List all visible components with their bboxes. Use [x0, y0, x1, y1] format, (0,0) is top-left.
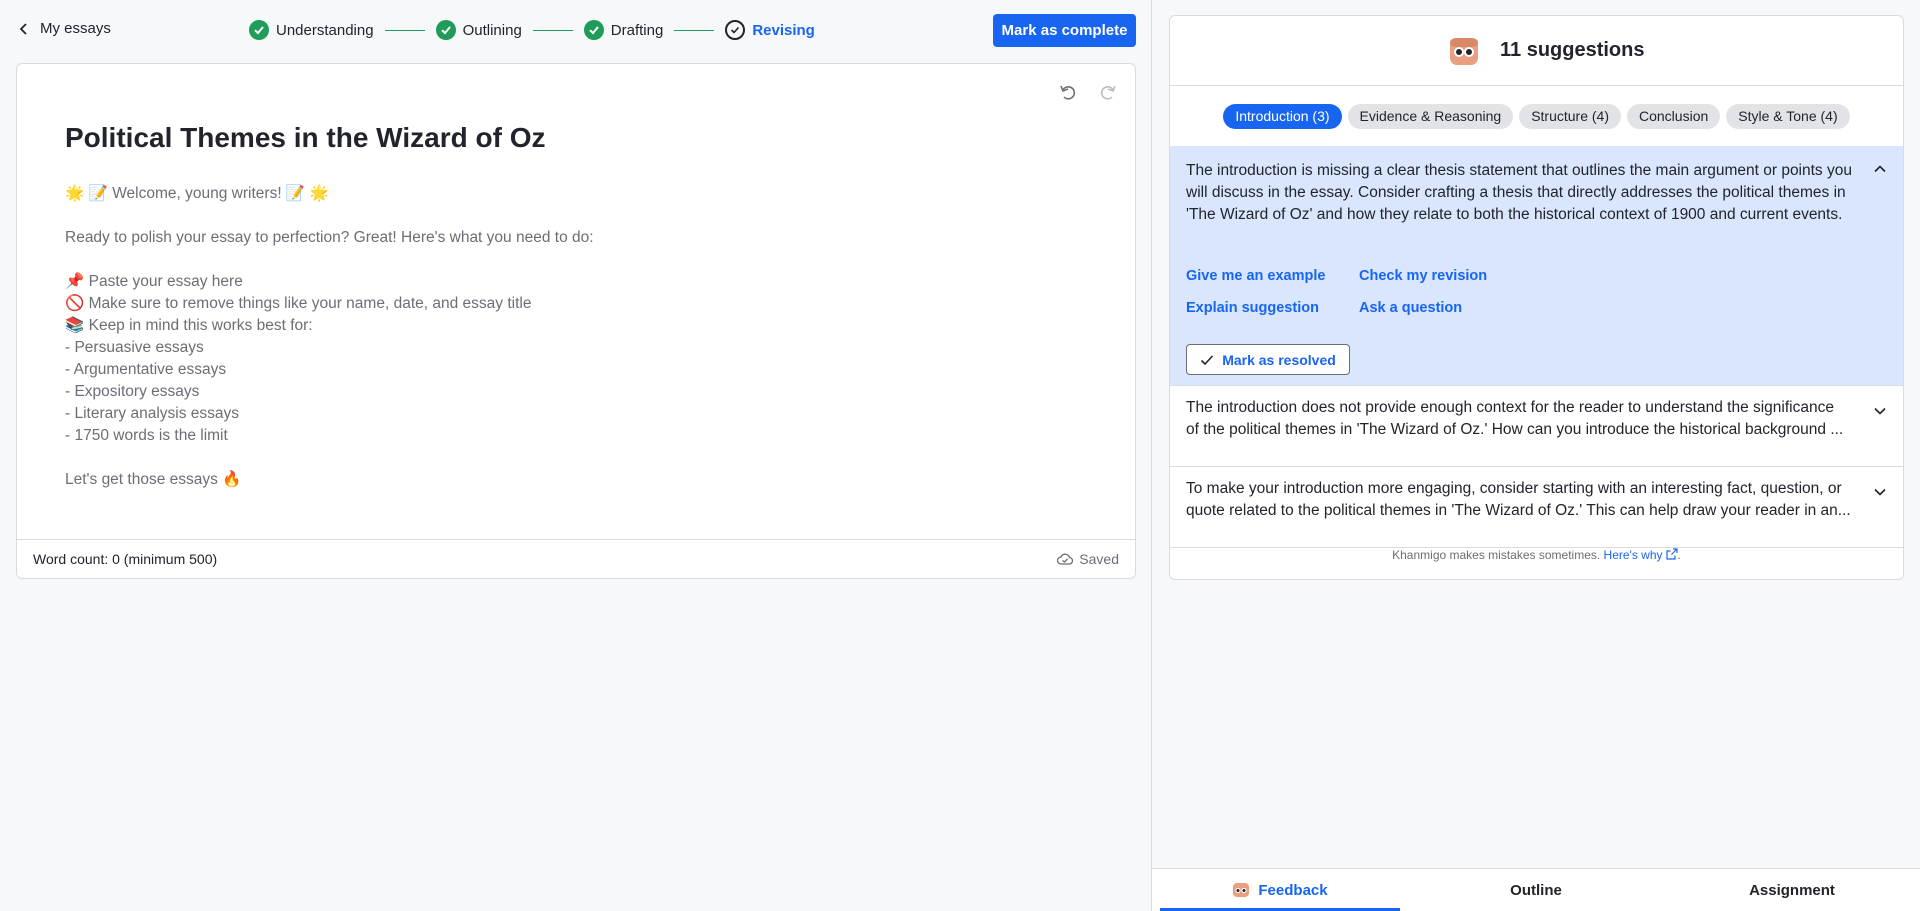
suggestion-card-expanded[interactable]: The introduction is missing a clear thes…	[1170, 146, 1903, 386]
check-circle-icon	[583, 20, 604, 40]
suggestion-line: of the political themes in 'The Wizard o…	[1186, 421, 1844, 438]
essay-body[interactable]: 🌟 📝 Welcome, young writers! 📝 🌟 Ready to…	[65, 183, 965, 491]
body-line: - Argumentative essays	[65, 361, 227, 378]
undo-icon[interactable]	[1058, 82, 1078, 102]
chevron-down-icon[interactable]	[1873, 485, 1887, 499]
step-label: Understanding	[276, 21, 374, 39]
suggestion-text: To make your introduction more engaging,…	[1186, 478, 1866, 522]
tab-label: Feedback	[1258, 881, 1328, 899]
mark-resolved-button[interactable]: Mark as resolved	[1186, 344, 1350, 375]
suggestion-card[interactable]: To make your introduction more engaging,…	[1170, 467, 1903, 548]
tab-assignment[interactable]: Assignment	[1664, 869, 1920, 911]
suggestion-line: To make your introduction more engaging,…	[1186, 480, 1842, 497]
redo-icon[interactable]	[1098, 82, 1118, 102]
body-line: 📌 Paste your essay here	[65, 273, 243, 290]
suggestion-line: quote related to the political themes in…	[1186, 502, 1851, 519]
essay-title[interactable]: Political Themes in the Wizard of Oz	[65, 122, 545, 154]
tab-label: Assignment	[1749, 881, 1835, 899]
body-line: - 1750 words is the limit	[65, 427, 228, 444]
step-label: Revising	[752, 21, 815, 39]
feedback-pane: 11 suggestions Introduction (3) Evidence…	[1152, 0, 1920, 911]
mark-complete-button[interactable]: Mark as complete	[993, 14, 1136, 47]
suggestions-count-title: 11 suggestions	[1500, 39, 1645, 61]
saved-label: Saved	[1079, 551, 1119, 567]
suggestion-card[interactable]: The introduction does not provide enough…	[1170, 386, 1903, 467]
give-example-link[interactable]: Give me an example	[1186, 268, 1325, 284]
chevron-left-icon	[19, 22, 27, 35]
cloud-check-icon	[1057, 553, 1074, 565]
progress-stepper: Understanding Outlining Drafting Revisin…	[249, 20, 815, 40]
top-bar: My essays Understanding Outlining Drafti…	[0, 0, 1151, 60]
check-revision-link[interactable]: Check my revision	[1359, 268, 1487, 284]
suggestion-text: The introduction does not provide enough…	[1186, 397, 1866, 441]
step-connector	[384, 29, 425, 31]
check-outline-icon	[725, 20, 746, 40]
body-line: - Literary analysis essays	[65, 405, 240, 422]
body-line: Let's get those essays 🔥	[65, 471, 242, 488]
heres-why-link[interactable]: Here's why	[1604, 548, 1678, 562]
check-circle-icon	[249, 20, 269, 40]
step-connector	[532, 29, 573, 31]
resolve-label: Mark as resolved	[1222, 351, 1336, 368]
chip-style-tone[interactable]: Style & Tone (4)	[1726, 103, 1850, 129]
check-circle-icon	[435, 20, 456, 40]
tab-feedback[interactable]: Feedback	[1152, 869, 1408, 911]
step-understanding[interactable]: Understanding	[249, 20, 374, 40]
suggestion-text: The introduction is missing a clear thes…	[1186, 162, 1852, 223]
body-line: Ready to polish your essay to perfection…	[65, 229, 594, 246]
explain-suggestion-link[interactable]: Explain suggestion	[1186, 300, 1319, 316]
body-line: 🚫 Make sure to remove things like your n…	[65, 295, 532, 312]
step-drafting[interactable]: Drafting	[583, 20, 664, 40]
body-line: 🌟 📝 Welcome, young writers! 📝 🌟	[65, 185, 329, 202]
save-status: Saved	[1057, 551, 1119, 567]
tab-label: Outline	[1510, 881, 1562, 899]
essay-editor[interactable]: Political Themes in the Wizard of Oz 🌟 📝…	[16, 63, 1136, 579]
editor-footer: Word count: 0 (minimum 500) Saved	[17, 539, 1135, 579]
body-line: - Persuasive essays	[65, 339, 204, 356]
suggestion-line: The introduction does not provide enough…	[1186, 399, 1834, 416]
heres-why-label: Here's why	[1603, 548, 1663, 562]
bottom-tabs: Feedback Outline Assignment	[1152, 868, 1920, 911]
chip-structure[interactable]: Structure (4)	[1519, 103, 1621, 129]
ask-question-link[interactable]: Ask a question	[1359, 300, 1462, 316]
chip-evidence-reasoning[interactable]: Evidence & Reasoning	[1347, 103, 1514, 129]
step-label: Drafting	[610, 21, 664, 39]
step-connector	[674, 29, 715, 31]
chip-conclusion[interactable]: Conclusion	[1627, 103, 1721, 129]
step-label: Outlining	[462, 21, 522, 39]
back-label: My essays	[40, 20, 111, 37]
disclaimer-text: Khanmigo makes mistakes sometimes.	[1392, 548, 1601, 562]
step-outlining[interactable]: Outlining	[435, 20, 522, 40]
chevron-up-icon[interactable]	[1873, 162, 1887, 176]
ai-disclaimer: Khanmigo makes mistakes sometimes. Here'…	[1392, 548, 1681, 562]
khanmigo-avatar-icon	[1450, 38, 1478, 65]
back-to-essays-link[interactable]: My essays	[18, 20, 111, 37]
editor-pane: My essays Understanding Outlining Drafti…	[0, 0, 1151, 911]
suggestions-panel: 11 suggestions Introduction (3) Evidence…	[1169, 15, 1904, 580]
khanmigo-mini-icon	[1233, 883, 1250, 897]
external-link-icon	[1665, 548, 1678, 560]
word-count: Word count: 0 (minimum 500)	[33, 551, 218, 567]
body-line: 📚 Keep in mind this works best for:	[65, 317, 313, 334]
tab-outline[interactable]: Outline	[1408, 869, 1664, 911]
suggestions-header: 11 suggestions	[1170, 16, 1903, 86]
category-filter: Introduction (3) Evidence & Reasoning St…	[1170, 86, 1903, 146]
body-line: - Expository essays	[65, 383, 200, 400]
check-icon	[1201, 354, 1214, 365]
step-revising[interactable]: Revising	[725, 20, 815, 40]
chip-introduction[interactable]: Introduction (3)	[1223, 103, 1342, 129]
chevron-down-icon[interactable]	[1873, 404, 1887, 418]
